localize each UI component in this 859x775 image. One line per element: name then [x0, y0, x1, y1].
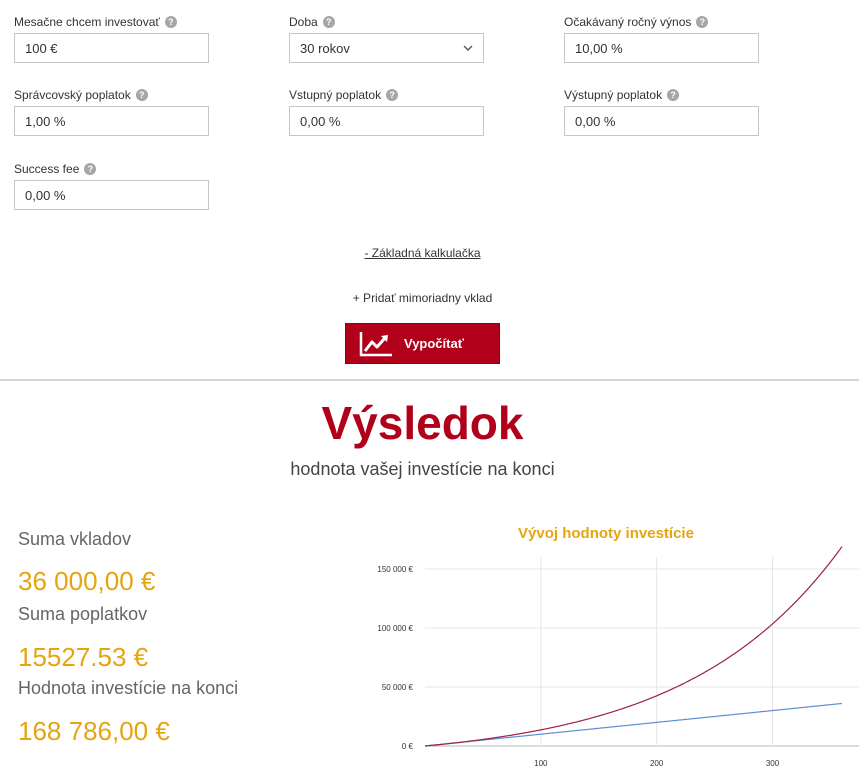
management-fee-field: Správcovský poplatok ? 1,00 %: [14, 87, 209, 136]
question-circle-icon[interactable]: ?: [164, 16, 177, 28]
y-tick-label: 50 000 €: [382, 683, 414, 692]
entry-fee-label: Vstupný poplatok: [289, 88, 382, 102]
entry-fee-input[interactable]: 0,00 %: [289, 106, 484, 136]
monthly-investment-input[interactable]: 100 €: [14, 33, 209, 63]
deposits-sum-value: 36 000,00 €: [18, 566, 156, 596]
section-divider: [0, 379, 859, 381]
duration-field: Doba ? 30 rokov: [289, 14, 484, 63]
chevron-down-icon: [463, 45, 473, 51]
question-circle-icon[interactable]: ?: [696, 16, 709, 28]
expected-return-input[interactable]: 10,00 %: [564, 33, 759, 63]
x-tick-label: 200: [650, 759, 664, 768]
expected-return-field: Očakávaný ročný výnos ? 10,00 %: [564, 14, 759, 63]
fees-sum-value: 15527.53 €: [18, 642, 149, 672]
calculate-button-label: Vypočítať: [404, 336, 464, 351]
fees-sum-label: Suma poplatkov: [18, 604, 148, 624]
deposits-series-line: [424, 702, 843, 747]
exit-fee-input[interactable]: 0,00 %: [564, 106, 759, 136]
y-tick-label: 0 €: [402, 742, 414, 751]
y-tick-label: 150 000 €: [377, 565, 413, 574]
x-tick-label: 100: [534, 759, 548, 768]
question-circle-icon[interactable]: ?: [386, 89, 399, 101]
final-value-label: Hodnota investície na konci: [18, 678, 239, 698]
success-fee-input[interactable]: 0,00 %: [14, 180, 209, 210]
exit-fee-label: Výstupný poplatok: [564, 88, 663, 102]
management-fee-label: Správcovský poplatok: [14, 88, 131, 102]
investment-value-chart: Vývoj hodnoty investície 0 € 50 000 € 100 …: [377, 525, 859, 768]
question-circle-icon[interactable]: ?: [667, 89, 680, 101]
question-circle-icon[interactable]: ?: [135, 89, 148, 101]
question-circle-icon[interactable]: ?: [322, 16, 335, 28]
chart-trend-icon: [359, 331, 392, 356]
basic-calculator-link[interactable]: - Základná kalkulačka: [0, 246, 845, 260]
final-value-value: 168 786,00 €: [18, 716, 170, 746]
result-title: Výsledok: [321, 397, 524, 449]
x-tick-label: 300: [766, 759, 780, 768]
duration-select[interactable]: 30 rokov: [289, 33, 484, 63]
entry-fee-field: Vstupný poplatok ? 0,00 %: [289, 87, 484, 136]
monthly-investment-field: Mesačne chcem investovať ? 100 €: [14, 14, 209, 63]
duration-label: Doba: [289, 15, 318, 29]
calculate-button[interactable]: Vypočítať: [345, 323, 500, 364]
chart-title: Vývoj hodnoty investície: [518, 525, 694, 542]
question-circle-icon[interactable]: ?: [84, 163, 97, 175]
expected-return-label: Očakávaný ročný výnos: [564, 15, 692, 29]
y-tick-label: 100 000 €: [377, 624, 413, 633]
value-series-line: [424, 546, 843, 747]
success-fee-label: Success fee: [14, 162, 80, 176]
add-extra-deposit-link[interactable]: + Pridať mimoriadny vklad: [0, 291, 845, 305]
result-subtitle: hodnota vašej investície na konci: [290, 459, 555, 479]
monthly-investment-label: Mesačne chcem investovať: [14, 15, 160, 29]
exit-fee-field: Výstupný poplatok ? 0,00 %: [564, 87, 759, 136]
deposits-sum-label: Suma vkladov: [18, 529, 132, 549]
success-fee-field: Success fee ? 0,00 %: [14, 161, 209, 210]
management-fee-input[interactable]: 1,00 %: [14, 106, 209, 136]
